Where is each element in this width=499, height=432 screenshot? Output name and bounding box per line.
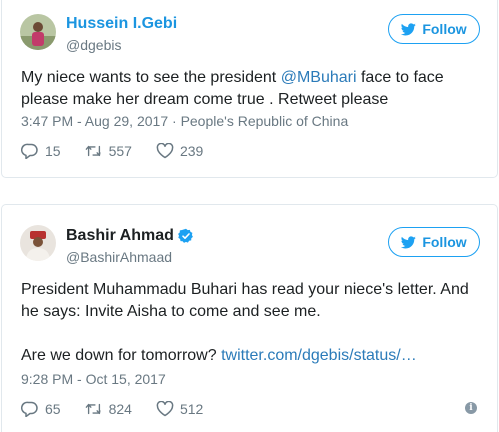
reply-icon xyxy=(21,143,38,159)
twitter-bird-icon xyxy=(401,235,417,248)
tweet-text-part: Are we down for tomorrow? xyxy=(21,347,222,364)
like-button[interactable]: 239 xyxy=(156,143,203,159)
info-icon[interactable]: i xyxy=(465,402,477,414)
tweet-text: President Muhammadu Buhari has read your… xyxy=(21,279,481,367)
tweet-paragraph: President Muhammadu Buhari has read your… xyxy=(21,281,469,320)
avatar[interactable] xyxy=(20,225,56,261)
tweet-meta: 9:28 PM - Oct 15, 2017 xyxy=(21,371,166,387)
like-count: 239 xyxy=(179,143,204,159)
timestamp[interactable]: 9:28 PM - Oct 15, 2017 xyxy=(21,371,166,387)
author-handle[interactable]: @BashirAhmaad xyxy=(66,249,172,265)
location[interactable]: People's Republic of China xyxy=(181,113,349,129)
reply-icon xyxy=(21,401,38,417)
author-name[interactable]: Hussein I.Gebi xyxy=(66,15,177,33)
retweet-button[interactable]: 557 xyxy=(85,143,132,159)
tweet-actions: 65 824 512 xyxy=(21,401,227,417)
status-link[interactable]: twitter.com/dgebis/status/… xyxy=(221,347,417,364)
reply-count: 65 xyxy=(45,401,61,417)
tweet-actions: 15 557 239 xyxy=(21,143,227,159)
follow-button[interactable]: Follow xyxy=(388,227,480,257)
mention-link[interactable]: @MBuhari xyxy=(281,69,357,86)
tweet-paragraph: Are we down for tomorrow? twitter.com/dg… xyxy=(21,345,481,367)
meta-separator: · xyxy=(172,113,177,129)
author-name[interactable]: Bashir Ahmad xyxy=(66,227,174,245)
retweet-icon xyxy=(85,145,101,157)
tweet-text: My niece wants to see the president @MBu… xyxy=(21,67,481,111)
heart-icon xyxy=(156,401,174,417)
retweet-count: 557 xyxy=(108,143,132,159)
follow-button[interactable]: Follow xyxy=(388,14,480,44)
retweet-button[interactable]: 824 xyxy=(85,401,132,417)
author-handle[interactable]: @dgebis xyxy=(66,37,121,53)
heart-icon xyxy=(156,143,174,159)
reply-button[interactable]: 65 xyxy=(21,401,61,417)
like-button[interactable]: 512 xyxy=(156,401,203,417)
timestamp[interactable]: 3:47 PM - Aug 29, 2017 xyxy=(21,113,168,129)
retweet-count: 824 xyxy=(108,401,132,417)
follow-label: Follow xyxy=(422,21,467,37)
verified-badge-icon xyxy=(177,228,193,243)
follow-label: Follow xyxy=(422,234,467,250)
like-count: 512 xyxy=(179,401,204,417)
tweet-text-part: My niece wants to see the president xyxy=(21,69,281,86)
tweet-card: Hussein I.Gebi @dgebis Follow My niece w… xyxy=(1,0,498,178)
avatar[interactable] xyxy=(20,14,56,50)
twitter-bird-icon xyxy=(401,22,417,35)
tweet-card: Bashir Ahmad @BashirAhmaad Follow Presid… xyxy=(1,204,498,432)
reply-button[interactable]: 15 xyxy=(21,143,61,159)
tweet-meta: 3:47 PM - Aug 29, 2017 · People's Republ… xyxy=(21,113,348,129)
reply-count: 15 xyxy=(45,143,61,159)
retweet-icon xyxy=(85,403,101,415)
